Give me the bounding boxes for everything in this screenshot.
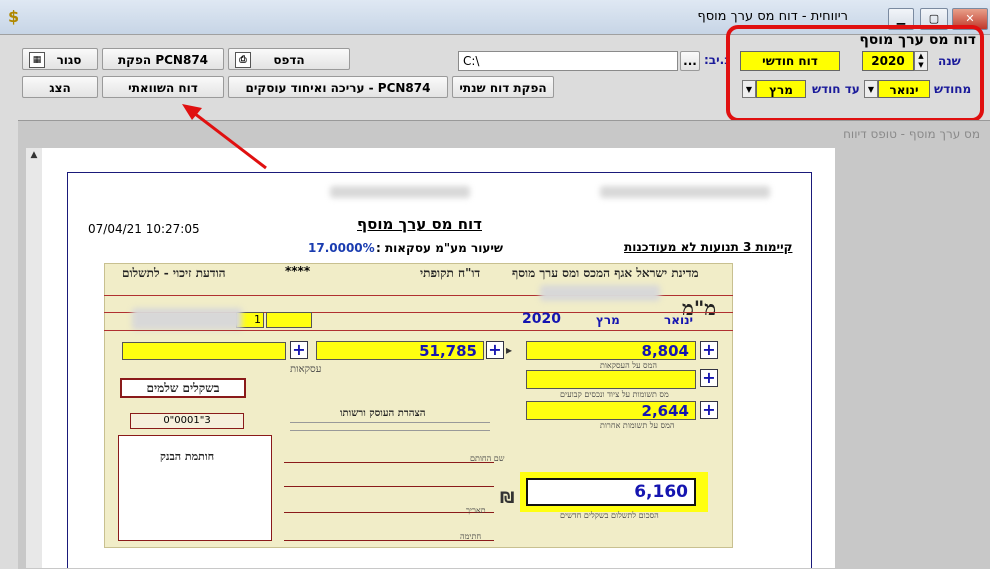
edit-merge-dealers-button[interactable]: עריכה ואיחוד עוסקים - PCN874 [228, 76, 448, 98]
blurred-company-name [600, 186, 770, 198]
from-month-dropdown-button[interactable]: ▼ [864, 80, 878, 98]
add-taxable-sales-button[interactable]: + [486, 341, 504, 359]
declaration-line [290, 430, 490, 431]
show-button[interactable]: הצג [22, 76, 98, 98]
shekel-icon: ₪ [500, 488, 515, 507]
date-line [284, 486, 494, 487]
app-icon: $ [8, 7, 20, 26]
close-button[interactable]: ▦ סגור [22, 48, 98, 70]
annotation-arrow [182, 104, 267, 170]
equipment-inputs-field [526, 370, 696, 389]
from-month-field[interactable]: ינואר [878, 80, 930, 98]
equipment-inputs-caption: מס תשומות על ציוד ונכסים קבועים [560, 390, 669, 399]
report-type-field[interactable]: דוח חודשי [740, 51, 840, 71]
year-field[interactable]: 2020 [862, 51, 914, 71]
window-title: ריווחית - דוח מס ערך מוסף [697, 9, 848, 24]
options-heading: דוח מס ערך מוסף [859, 32, 976, 48]
other-inputs-caption: המס על תשומות אחרות [600, 421, 675, 430]
scroll-up-icon[interactable]: ▲ [26, 150, 42, 164]
sign-caption: חתימה [460, 532, 482, 541]
declaration-title: הצהרת העוסק ורשותו [340, 408, 426, 419]
show-button-label: הצג [49, 81, 71, 95]
produce-pcn874-button[interactable]: הפקת PCN874 [102, 48, 224, 70]
to-month-field[interactable]: מרץ [756, 80, 806, 98]
add-equipment-inputs-button[interactable]: + [700, 369, 718, 387]
declaration-line [290, 422, 490, 423]
period-year: 2020 [522, 311, 561, 327]
taxable-sales-field: 51,785 [316, 341, 484, 360]
arrow-icon: ▸ [506, 343, 513, 357]
reference-number: 0"0001"3 [130, 413, 244, 429]
annual-report-button[interactable]: הפקת דוח שנתי [452, 76, 554, 98]
unsynced-note: קיימות 3 תנועות לא מעודכנות [624, 240, 793, 254]
form-divider [104, 330, 733, 331]
form-yellow-cell [266, 312, 312, 328]
to-month-label: עד חודש [812, 82, 860, 96]
sales-caption: עסקאות [290, 364, 322, 375]
form-header-ministry: מדינת ישראל אגף המכס ומס ערך מוסף [512, 266, 699, 280]
vat-on-sales-field: 8,804 [526, 341, 696, 360]
produce-pcn874-label: הפקת PCN874 [117, 53, 209, 67]
form-stars: **** [285, 264, 311, 278]
browse-button[interactable]: ... [680, 51, 700, 71]
print-button[interactable]: ⎙ הדפס [228, 48, 350, 70]
chevron-down-icon: ▼ [867, 85, 875, 94]
period-to-month: מרץ [596, 313, 620, 327]
to-month-dropdown-button[interactable]: ▼ [742, 80, 756, 98]
blurred-signature-field [132, 308, 242, 330]
annual-report-label: הפקת דוח שנתי [459, 81, 547, 95]
comparative-report-button[interactable]: דוח השוואתי [102, 76, 224, 98]
comparative-report-label: דוח השוואתי [128, 81, 198, 95]
report-title: דוח מס ערך מוסף [357, 215, 482, 233]
date-caption: תאריך [466, 506, 486, 515]
vat-sales-caption: המס על העסקאות [600, 361, 657, 370]
from-month-label: מחודש [934, 82, 972, 96]
year-label: שנה [938, 54, 961, 68]
edit-merge-label: עריכה ואיחוד עוסקים - PCN874 [245, 81, 431, 95]
exempt-sales-field [122, 342, 286, 360]
panel-caption: מס ערך מוסף - טופס דיווח [843, 127, 980, 141]
total-payment-field: 6,160 [526, 478, 696, 506]
blurred-dealer-number [540, 285, 660, 301]
annotation-arrow-shaft [189, 108, 267, 170]
bank-stamp-label: חותמת הבנק [160, 450, 215, 463]
form-header-periodic: דו"ח תקופתי [420, 266, 481, 280]
total-caption: הסכום לתשלום בשקלים חדשים [560, 511, 659, 520]
vat-rate-value: 17.0000% [308, 241, 375, 255]
whole-shekels-label: בשקלים שלמים [146, 381, 220, 395]
path-input[interactable]: C:\ [458, 51, 678, 71]
blurred-company-id [330, 186, 470, 198]
signer-name-caption: שם החותם [470, 454, 505, 463]
year-spinner[interactable]: ▲ ▼ [914, 51, 928, 71]
vat-rate-label: שיעור מע"מ עסקאות : [376, 241, 503, 255]
signature-line [284, 512, 494, 513]
add-vat-sales-button[interactable]: + [700, 341, 718, 359]
add-exempt-sales-button[interactable]: + [290, 341, 308, 359]
period-from-month: ינואר [664, 313, 694, 327]
chevron-down-icon: ▼ [745, 85, 753, 94]
other-inputs-field: 2,644 [526, 401, 696, 420]
report-datetime: 07/04/21 10:27:05 [88, 222, 200, 236]
signer-name-line [284, 462, 494, 463]
print-button-label: הדפס [273, 53, 305, 67]
form-header-refund: הודעת זיכוי - לתשלום [122, 266, 226, 280]
exit-icon: ▦ [29, 52, 45, 68]
printer-icon: ⎙ [235, 52, 251, 68]
add-other-inputs-button[interactable]: + [700, 401, 718, 419]
whole-shekels-box: בשקלים שלמים [120, 378, 246, 398]
vertical-scrollbar[interactable] [26, 148, 43, 568]
